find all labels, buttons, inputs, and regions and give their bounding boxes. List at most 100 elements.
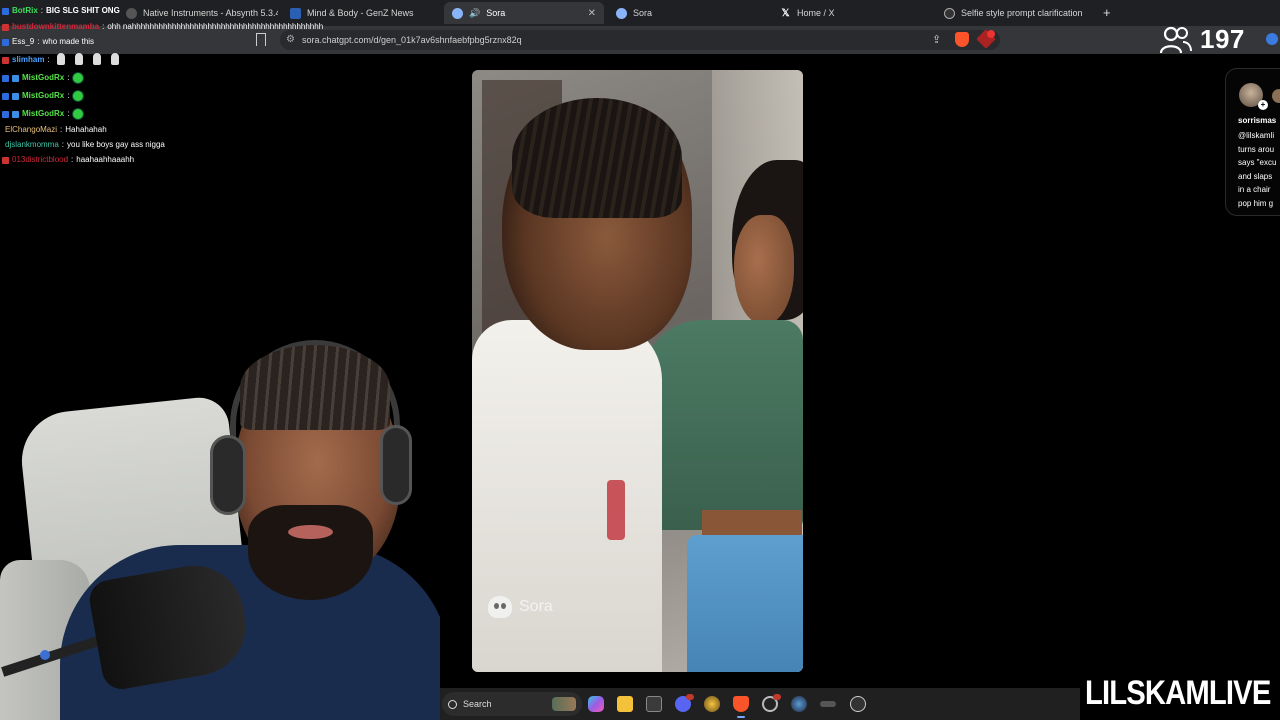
badge-icon <box>2 110 9 118</box>
avatar[interactable] <box>1272 89 1280 103</box>
tab-label: Mind & Body - GenZ News <box>307 8 414 18</box>
headphone-right <box>380 425 412 505</box>
sora-watermark-text: Sora <box>519 598 553 615</box>
sora-icon <box>616 7 627 19</box>
video-man-shirt <box>472 320 662 672</box>
chat-line: ElChangoMazi: Hahahahah <box>5 125 107 134</box>
sora-video-player[interactable]: Sora <box>472 70 803 672</box>
site-settings-icon[interactable]: ⚙ <box>286 34 295 45</box>
4k-icon[interactable] <box>850 696 866 712</box>
tab-native-instruments[interactable]: Native Instruments - Absynth 5.3.4 S <box>118 2 278 24</box>
tab-sora-active[interactable]: 🔊 Sora ✕ <box>444 2 604 24</box>
badge-icon <box>2 74 9 82</box>
chat-line: MistGodRx: <box>2 108 85 120</box>
comment-line: says "excu <box>1238 158 1277 167</box>
close-tab-icon[interactable]: ✕ <box>588 8 596 19</box>
windows-taskbar: Search <box>440 688 1080 720</box>
taskbar-search[interactable]: Search <box>442 692 582 716</box>
sora-icon <box>452 7 463 19</box>
store-icon[interactable] <box>646 696 662 712</box>
comment-text: @lilskamli turns arou says "excu and slaps i… <box>1238 129 1280 210</box>
channel-name-overlay: LILSKAMLIVE <box>1085 674 1271 712</box>
badge-icon <box>2 38 9 46</box>
tab-label: Sora <box>633 8 653 18</box>
search-highlight-icon <box>552 697 576 711</box>
app-icon[interactable] <box>820 701 836 707</box>
chat-message: Hahahahah <box>65 125 107 134</box>
chat-user: slimham <box>12 55 45 64</box>
chat-line: BotRix: BIG SLG SHIT ONG <box>2 7 120 15</box>
chat-user: BotRix <box>12 6 38 15</box>
extension-icon[interactable] <box>1266 33 1278 45</box>
tab-home-x[interactable]: 𝕏 Home / X <box>772 2 932 24</box>
chat-line: 013districtblood: haahaahhaaahh <box>2 156 134 164</box>
check-emote-icon <box>72 90 85 102</box>
chat-user: djslankmomma <box>5 140 59 149</box>
streamer-hair <box>240 345 390 430</box>
badge-icon <box>2 92 9 100</box>
obs-icon[interactable] <box>704 696 720 712</box>
chat-line: MistGodRx: <box>2 72 85 84</box>
video-man-hair <box>512 98 682 218</box>
shirt-logo <box>607 480 625 540</box>
tab-sora[interactable]: Sora <box>608 2 768 24</box>
comment-username[interactable]: sorrismas <box>1238 116 1276 125</box>
webcam-overlay <box>0 330 440 720</box>
chat-message: you like boys gay ass nigga <box>67 140 165 149</box>
share-icon[interactable]: ⇪ <box>932 33 941 46</box>
search-label: Search <box>463 699 492 709</box>
tab-selfie-prompt[interactable]: Selfie style prompt clarification <box>936 2 1100 24</box>
comment-line: in a chair <box>1238 185 1271 194</box>
comment-line: @lilskamli <box>1238 131 1275 140</box>
check-emote-icon <box>72 72 85 84</box>
video-woman-top <box>642 320 803 530</box>
genz-icon <box>290 7 301 19</box>
badge-icon <box>2 56 9 64</box>
url-bar[interactable]: ⚙ sora.chatgpt.com/d/gen_01k7av6shnfaebf… <box>280 30 1000 50</box>
search-icon <box>448 699 457 709</box>
brave-icon[interactable] <box>733 696 749 718</box>
badge-icon <box>2 23 9 31</box>
tab-label: Home / X <box>797 8 835 18</box>
chat-line: bustdownkittenmamba: ohh nahhhhhhhhhhhhh… <box>2 23 323 31</box>
video-woman-jeans <box>687 535 803 672</box>
steam-icon[interactable] <box>791 696 807 712</box>
viewers-icon <box>1160 26 1192 53</box>
streamer-mouth <box>288 525 333 539</box>
badge-icon <box>2 7 9 15</box>
follow-plus-icon[interactable]: + <box>1258 100 1268 110</box>
chat-line: djslankmomma: you like boys gay ass nigg… <box>5 140 165 149</box>
chat-user: MistGodRx <box>22 91 65 100</box>
chat-line: slimham: <box>2 53 129 67</box>
audio-icon[interactable]: 🔊 <box>469 8 480 19</box>
native-instruments-icon <box>126 7 137 19</box>
bookmark-icon[interactable] <box>256 33 266 46</box>
chrome-badge <box>773 694 781 700</box>
chat-message: BIG SLG SHIT ONG <box>46 6 120 15</box>
brave-shield-icon[interactable] <box>955 32 969 47</box>
badge-icon <box>12 110 19 118</box>
url-text: sora.chatgpt.com/d/gen_01k7av6shnfaebfpb… <box>302 35 522 45</box>
chat-user: Ess_9 <box>12 37 35 46</box>
comment-line: and slaps <box>1238 171 1273 181</box>
chat-line: Ess_9: who made this <box>2 38 94 46</box>
notification-badge <box>987 30 995 38</box>
comment-line: turns arou <box>1238 144 1275 154</box>
file-explorer-icon[interactable] <box>617 696 633 712</box>
chat-message: haahaahhaaahh <box>76 155 135 164</box>
badge-icon <box>2 156 9 164</box>
tab-genz-news[interactable]: Mind & Body - GenZ News <box>282 2 442 24</box>
new-tab-button[interactable]: + <box>1103 5 1111 20</box>
chat-user: ElChangoMazi <box>5 125 58 134</box>
sora-logo-icon <box>488 596 512 618</box>
chat-user: MistGodRx <box>22 73 65 82</box>
discord-badge <box>686 694 694 700</box>
chat-user: 013districtblood <box>12 155 69 164</box>
chat-user: bustdownkittenmamba <box>12 22 100 31</box>
chat-message: who made this <box>42 37 95 46</box>
copilot-icon[interactable] <box>588 696 604 712</box>
sora-watermark: Sora <box>488 596 553 618</box>
badge-icon <box>12 74 19 82</box>
chat-line: MistGodRx: <box>2 90 85 102</box>
check-emote-icon <box>72 108 85 120</box>
